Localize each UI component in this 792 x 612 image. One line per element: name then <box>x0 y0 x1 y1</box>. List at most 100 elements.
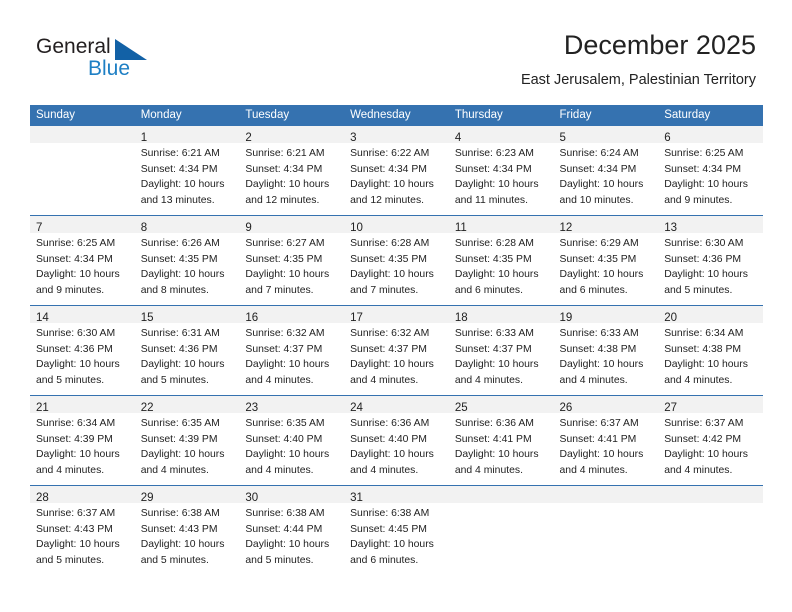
daylight-text: Daylight: 10 hours <box>140 269 225 281</box>
calendar-day-cell[interactable]: 10 Sunrise: 6:28 AM Sunset: 4:35 PM Dayligh… <box>344 215 449 306</box>
day-detail-lines <box>30 143 135 146</box>
calendar-day-cell[interactable]: 30 Sunrise: 6:38 AM Sunset: 4:44 PM Dayligh… <box>239 485 345 575</box>
day-number-band: 2 <box>239 126 345 144</box>
day-cell-inner <box>30 126 135 215</box>
day-cell-inner: 24 Sunrise: 6:36 AM Sunset: 4:40 PM Dayligh… <box>344 396 449 485</box>
day-cell-inner: 1 Sunrise: 6:21 AM Sunset: 4:34 PM Daylight… <box>134 126 240 215</box>
calendar-day-cell[interactable]: 29 Sunrise: 6:38 AM Sunset: 4:43 PM Dayligh… <box>134 485 240 575</box>
day-cell-inner: 31 Sunrise: 6:38 AM Sunset: 4:45 PM Dayligh… <box>344 486 449 575</box>
weekday-header-sunday: Sunday <box>30 105 135 126</box>
daylight-text: Daylight: 10 hours <box>559 179 644 191</box>
day-cell-inner: 27 Sunrise: 6:37 AM Sunset: 4:42 PM Dayligh… <box>658 396 763 485</box>
calendar-day-cell[interactable]: 18 Sunrise: 6:33 AM Sunset: 4:37 PM Dayligh… <box>448 305 554 396</box>
day-number-band: 4 <box>448 126 554 144</box>
day-detail-lines: Sunrise: 6:27 AM Sunset: 4:35 PM Daylight:… <box>239 233 344 298</box>
calendar-day-cell[interactable]: 23 Sunrise: 6:35 AM Sunset: 4:40 PM Dayligh… <box>239 395 345 486</box>
day-cell-inner <box>448 486 554 575</box>
day-number: 6 <box>664 132 671 144</box>
sunrise-text: Sunrise: 6:21 AM <box>245 148 325 159</box>
day-cell-inner: 13 Sunrise: 6:30 AM Sunset: 4:36 PM Dayligh… <box>658 216 763 305</box>
daylight-text: Daylight: 10 hours <box>454 179 539 191</box>
sunset-text: Sunset: 4:34 PM <box>245 163 323 175</box>
daylight-text-cont: and 6 minutes. <box>454 284 523 296</box>
daylight-text: Daylight: 10 hours <box>36 269 120 281</box>
calendar-day-cell[interactable]: 3 Sunrise: 6:22 AM Sunset: 4:34 PM Daylight… <box>344 126 449 216</box>
calendar-day-cell[interactable]: 9 Sunrise: 6:27 AM Sunset: 4:35 PM Daylight… <box>239 215 345 306</box>
daylight-text-cont: and 4 minutes. <box>350 464 419 476</box>
page-header: General Blue December 2025 East Jerusale… <box>0 0 792 100</box>
sunrise-text: Sunrise: 6:36 AM <box>350 418 430 429</box>
calendar-day-cell[interactable]: 13 Sunrise: 6:30 AM Sunset: 4:36 PM Dayligh… <box>658 215 763 306</box>
sunrise-text: Sunrise: 6:26 AM <box>140 238 220 249</box>
day-number: 15 <box>140 312 154 324</box>
sunset-text: Sunset: 4:35 PM <box>245 253 323 265</box>
calendar-day-cell[interactable]: 22 Sunrise: 6:35 AM Sunset: 4:39 PM Dayligh… <box>134 395 240 486</box>
calendar-week-row: 1 Sunrise: 6:21 AM Sunset: 4:34 PM Daylight… <box>30 126 763 216</box>
calendar-day-cell[interactable]: 2 Sunrise: 6:21 AM Sunset: 4:34 PM Daylight… <box>239 126 345 216</box>
day-cell-inner: 14 Sunrise: 6:30 AM Sunset: 4:36 PM Dayligh… <box>30 306 135 395</box>
daylight-text: Daylight: 10 hours <box>245 179 330 191</box>
day-cell-inner: 23 Sunrise: 6:35 AM Sunset: 4:40 PM Dayligh… <box>239 396 345 485</box>
day-number: 12 <box>559 222 573 234</box>
calendar-day-cell[interactable]: 8 Sunrise: 6:26 AM Sunset: 4:35 PM Daylight… <box>134 215 240 306</box>
calendar-day-cell[interactable]: 24 Sunrise: 6:36 AM Sunset: 4:40 PM Dayligh… <box>344 395 449 486</box>
calendar-day-cell[interactable]: 25 Sunrise: 6:36 AM Sunset: 4:41 PM Dayligh… <box>448 395 554 486</box>
title-block: December 2025 East Jerusalem, Palestinia… <box>521 28 756 90</box>
day-cell-inner: 20 Sunrise: 6:34 AM Sunset: 4:38 PM Dayligh… <box>658 306 763 395</box>
calendar-day-cell[interactable]: 6 Sunrise: 6:25 AM Sunset: 4:34 PM Daylight… <box>658 126 763 216</box>
calendar-day-cell[interactable]: 31 Sunrise: 6:38 AM Sunset: 4:45 PM Dayligh… <box>344 485 449 575</box>
sunset-text: Sunset: 4:39 PM <box>36 433 113 445</box>
calendar-day-cell[interactable]: 16 Sunrise: 6:32 AM Sunset: 4:37 PM Dayligh… <box>239 305 345 396</box>
weekday-header-friday: Friday <box>553 105 659 126</box>
day-detail-lines: Sunrise: 6:26 AM Sunset: 4:35 PM Daylight:… <box>135 233 240 298</box>
calendar-day-cell[interactable]: 20 Sunrise: 6:34 AM Sunset: 4:38 PM Dayligh… <box>658 305 763 396</box>
day-detail-lines: Sunrise: 6:38 AM Sunset: 4:43 PM Daylight:… <box>135 503 240 568</box>
calendar-day-cell[interactable]: 1 Sunrise: 6:21 AM Sunset: 4:34 PM Daylight… <box>134 126 240 216</box>
daylight-text: Daylight: 10 hours <box>559 269 644 281</box>
day-number-band: 29 <box>134 486 240 504</box>
calendar-day-cell[interactable]: 26 Sunrise: 6:37 AM Sunset: 4:41 PM Dayligh… <box>553 395 659 486</box>
day-detail-lines <box>658 503 763 506</box>
daylight-text: Daylight: 10 hours <box>664 359 748 371</box>
calendar-week-row: 14 Sunrise: 6:30 AM Sunset: 4:36 PM Dayligh… <box>30 305 763 396</box>
sunset-text: Sunset: 4:35 PM <box>350 253 427 265</box>
calendar-day-cell[interactable]: 11 Sunrise: 6:28 AM Sunset: 4:35 PM Dayligh… <box>448 215 554 306</box>
calendar-day-cell[interactable]: 15 Sunrise: 6:31 AM Sunset: 4:36 PM Dayligh… <box>134 305 240 396</box>
daylight-text: Daylight: 10 hours <box>350 269 434 281</box>
calendar-day-cell[interactable]: 4 Sunrise: 6:23 AM Sunset: 4:34 PM Daylight… <box>448 126 554 216</box>
sunset-text: Sunset: 4:42 PM <box>664 433 742 445</box>
day-number-band: 1 <box>134 126 240 144</box>
day-number-band: 15 <box>134 306 240 324</box>
logo-text-general: General <box>36 35 111 58</box>
calendar-day-cell-empty <box>658 485 763 575</box>
day-number: 5 <box>559 132 566 144</box>
calendar-week-row: 21 Sunrise: 6:34 AM Sunset: 4:39 PM Dayligh… <box>30 395 763 486</box>
day-detail-lines: Sunrise: 6:35 AM Sunset: 4:40 PM Daylight:… <box>239 413 344 478</box>
weekday-header-tuesday: Tuesday <box>239 105 345 126</box>
sunrise-text: Sunrise: 6:38 AM <box>350 508 430 519</box>
sunrise-text: Sunrise: 6:25 AM <box>36 238 116 249</box>
calendar-day-cell[interactable]: 27 Sunrise: 6:37 AM Sunset: 4:42 PM Dayligh… <box>658 395 763 486</box>
day-number: 30 <box>245 492 259 504</box>
day-number: 8 <box>140 222 148 234</box>
day-number-band: 22 <box>134 396 240 414</box>
calendar-day-cell[interactable]: 28 Sunrise: 6:37 AM Sunset: 4:43 PM Dayligh… <box>30 485 135 575</box>
calendar-day-cell[interactable]: 14 Sunrise: 6:30 AM Sunset: 4:36 PM Dayligh… <box>30 305 135 396</box>
calendar-day-cell[interactable]: 12 Sunrise: 6:29 AM Sunset: 4:35 PM Dayligh… <box>553 215 659 306</box>
day-detail-lines <box>449 503 554 506</box>
calendar-week-row: 7 Sunrise: 6:25 AM Sunset: 4:34 PM Daylight… <box>30 215 763 306</box>
day-cell-inner <box>658 486 763 575</box>
day-cell-inner: 6 Sunrise: 6:25 AM Sunset: 4:34 PM Daylight… <box>658 126 763 215</box>
sunset-text: Sunset: 4:34 PM <box>350 163 427 175</box>
daylight-text: Daylight: 10 hours <box>245 539 330 551</box>
calendar-day-cell[interactable]: 7 Sunrise: 6:25 AM Sunset: 4:34 PM Daylight… <box>30 215 135 306</box>
day-number: 22 <box>140 402 154 414</box>
sunset-text: Sunset: 4:39 PM <box>140 433 218 445</box>
calendar-day-cell[interactable]: 5 Sunrise: 6:24 AM Sunset: 4:34 PM Daylight… <box>553 126 659 216</box>
day-detail-lines <box>554 503 659 506</box>
calendar-day-cell[interactable]: 17 Sunrise: 6:32 AM Sunset: 4:37 PM Dayligh… <box>344 305 449 396</box>
day-number: 20 <box>664 312 678 324</box>
calendar-day-cell[interactable]: 21 Sunrise: 6:34 AM Sunset: 4:39 PM Dayligh… <box>30 395 135 486</box>
calendar-day-cell[interactable]: 19 Sunrise: 6:33 AM Sunset: 4:38 PM Dayligh… <box>553 305 659 396</box>
day-number-band <box>30 126 135 143</box>
